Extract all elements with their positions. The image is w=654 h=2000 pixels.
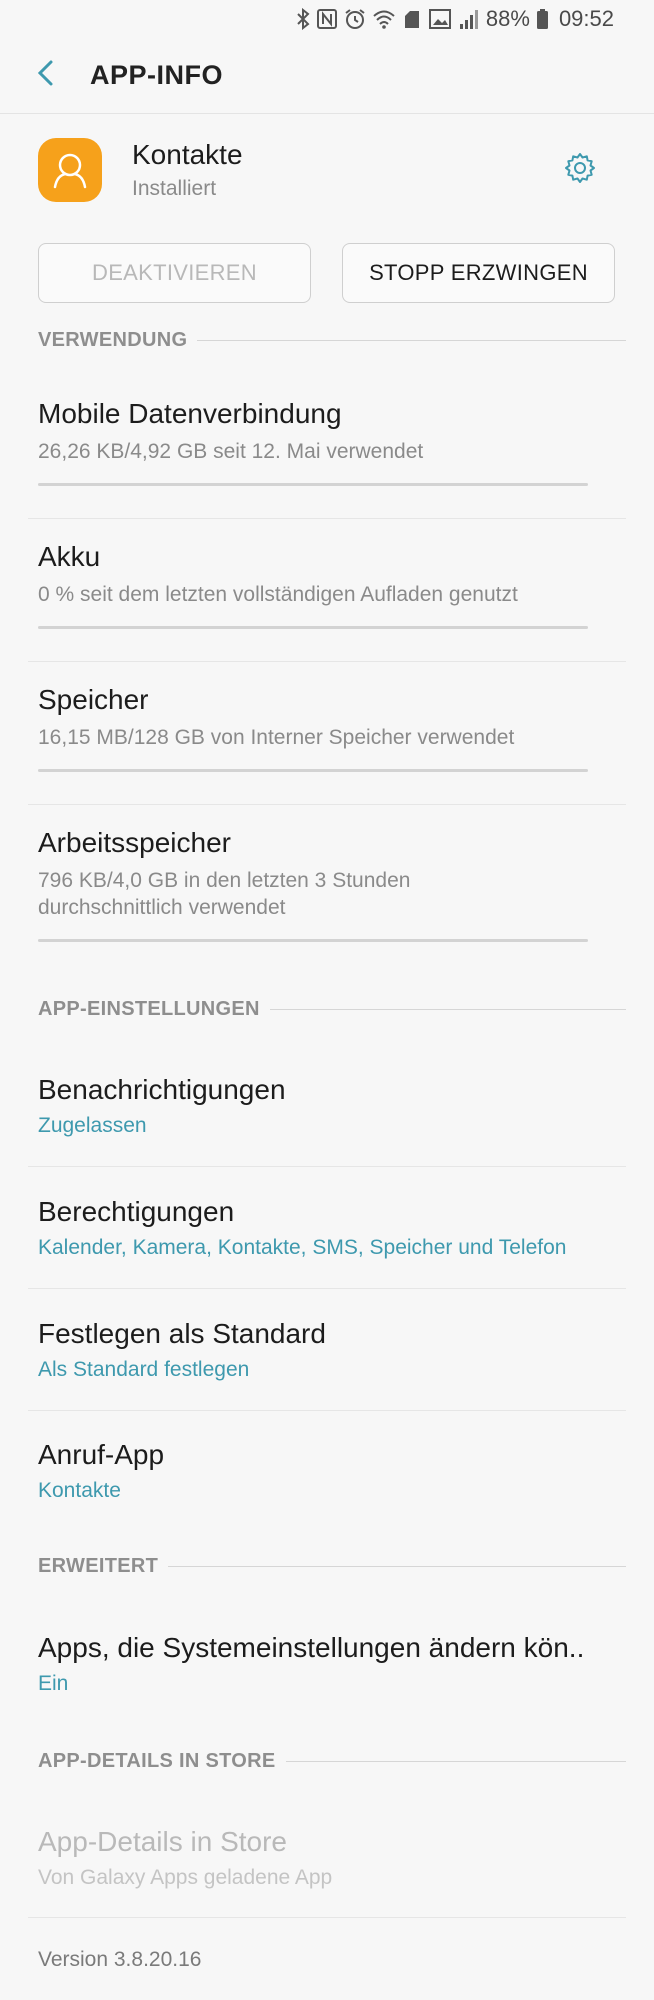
section-heading-label: APP-DETAILS IN STORE bbox=[38, 1750, 276, 1772]
divider bbox=[28, 1288, 626, 1289]
contacts-app-icon bbox=[38, 138, 102, 202]
divider bbox=[28, 804, 626, 805]
battery-percentage: 88% bbox=[485, 6, 530, 31]
usage-item-detail-line: durchschnittlich verwendet bbox=[38, 896, 286, 919]
setting-item-title: Berechtigungen bbox=[38, 1196, 235, 1227]
app-name: Kontakte bbox=[132, 139, 243, 170]
force-stop-button[interactable]: STOPP ERZWINGEN bbox=[342, 243, 615, 303]
section-heading-label: APP-EINSTELLUNGEN bbox=[38, 998, 260, 1020]
usage-item-title: Arbeitsspeicher bbox=[38, 827, 231, 858]
signal-icon bbox=[458, 8, 480, 30]
section-heading-app-settings: APP-EINSTELLUNGEN bbox=[38, 998, 626, 1021]
app-install-status: Installiert bbox=[132, 177, 217, 200]
data-saver-icon bbox=[402, 8, 422, 30]
usage-item-title: Akku bbox=[38, 541, 101, 572]
setting-item-title: Anruf-App bbox=[38, 1439, 165, 1470]
section-heading-label: VERWENDUNG bbox=[38, 329, 188, 351]
setting-item-value: Kalender, Kamera, Kontakte, SMS, Speiche… bbox=[38, 1236, 567, 1259]
setting-item-value: Ein bbox=[38, 1672, 69, 1695]
alarm-icon bbox=[344, 8, 366, 30]
status-bar: 88% 09:52 bbox=[0, 0, 654, 38]
usage-item-detail-line: 796 KB/4,0 GB in den letzten 3 Stunden bbox=[38, 869, 411, 892]
setting-item-permissions[interactable]: Berechtigungen Kalender, Kamera, Kontakt… bbox=[38, 1196, 626, 1260]
gear-icon bbox=[563, 151, 597, 190]
screenshot-icon bbox=[428, 8, 452, 30]
setting-item-value: Kontakte bbox=[38, 1479, 121, 1502]
wifi-icon bbox=[372, 8, 396, 30]
setting-item-notifications[interactable]: Benachrichtigungen Zugelassen bbox=[38, 1074, 626, 1138]
back-arrow-icon bbox=[36, 59, 54, 92]
section-divider bbox=[197, 340, 626, 341]
section-divider bbox=[285, 1761, 626, 1762]
section-heading-advanced: ERWEITERT bbox=[38, 1555, 626, 1578]
divider bbox=[28, 661, 626, 662]
usage-progress-bar bbox=[38, 769, 588, 772]
setting-item-title: Benachrichtigungen bbox=[38, 1074, 286, 1105]
usage-item-title: Mobile Datenverbindung bbox=[38, 398, 342, 429]
section-heading-usage: VERWENDUNG bbox=[38, 329, 626, 352]
clock: 09:52 bbox=[558, 6, 614, 31]
section-divider bbox=[269, 1009, 626, 1010]
store-details-source: Von Galaxy Apps geladene App bbox=[38, 1866, 333, 1889]
divider bbox=[28, 1166, 626, 1167]
usage-progress-bar bbox=[38, 939, 588, 942]
setting-item-title: Festlegen als Standard bbox=[38, 1318, 326, 1349]
divider bbox=[28, 1917, 626, 1918]
divider bbox=[28, 518, 626, 519]
usage-item-memory[interactable]: Arbeitsspeicher 796 KB/4,0 GB in den let… bbox=[38, 827, 626, 942]
store-details-item: App-Details in Store Von Galaxy Apps gel… bbox=[38, 1826, 626, 1890]
nfc-icon bbox=[316, 8, 338, 30]
usage-progress-bar bbox=[38, 626, 588, 629]
setting-item-title: Apps, die Systemeinstellungen ändern kön… bbox=[38, 1632, 585, 1663]
setting-item-value: Als Standard festlegen bbox=[38, 1358, 250, 1381]
usage-item-storage[interactable]: Speicher 16,15 MB/128 GB von Interner Sp… bbox=[38, 684, 626, 772]
section-divider bbox=[168, 1566, 626, 1567]
usage-progress-bar bbox=[38, 483, 588, 486]
app-settings-button[interactable] bbox=[550, 140, 610, 200]
back-button[interactable] bbox=[0, 38, 90, 114]
setting-item-modify-system-settings[interactable]: Apps, die Systemeinstellungen ändern kön… bbox=[38, 1632, 626, 1696]
usage-item-battery[interactable]: Akku 0 % seit dem letzten vollständigen … bbox=[38, 541, 626, 629]
divider bbox=[28, 1410, 626, 1411]
usage-item-title: Speicher bbox=[38, 684, 149, 715]
section-heading-store: APP-DETAILS IN STORE bbox=[38, 1750, 626, 1773]
setting-item-value: Zugelassen bbox=[38, 1114, 147, 1137]
setting-item-set-as-default[interactable]: Festlegen als Standard Als Standard fest… bbox=[38, 1318, 626, 1382]
page-title: APP-INFO bbox=[90, 60, 224, 90]
app-bar: APP-INFO bbox=[0, 38, 654, 114]
disable-button[interactable]: DEAKTIVIEREN bbox=[38, 243, 311, 303]
battery-icon bbox=[536, 8, 549, 30]
usage-item-mobile-data[interactable]: Mobile Datenverbindung 26,26 KB/4,92 GB … bbox=[38, 398, 626, 486]
store-details-title: App-Details in Store bbox=[38, 1826, 288, 1857]
setting-item-call-app[interactable]: Anruf-App Kontakte bbox=[38, 1439, 626, 1503]
section-heading-label: ERWEITERT bbox=[38, 1555, 159, 1577]
bluetooth-icon bbox=[296, 8, 310, 30]
app-version: Version 3.8.20.16 bbox=[38, 1948, 202, 1971]
app-identity: Kontakte Installiert bbox=[38, 130, 618, 210]
usage-item-detail: 26,26 KB/4,92 GB seit 12. Mai verwendet bbox=[38, 440, 424, 463]
action-buttons: DEAKTIVIEREN STOPP ERZWINGEN bbox=[38, 243, 615, 303]
usage-item-detail: 796 KB/4,0 GB in den letzten 3 Stunden d… bbox=[38, 867, 626, 921]
usage-item-detail: 16,15 MB/128 GB von Interner Speicher ve… bbox=[38, 726, 515, 749]
usage-item-detail: 0 % seit dem letzten vollständigen Aufla… bbox=[38, 583, 518, 606]
